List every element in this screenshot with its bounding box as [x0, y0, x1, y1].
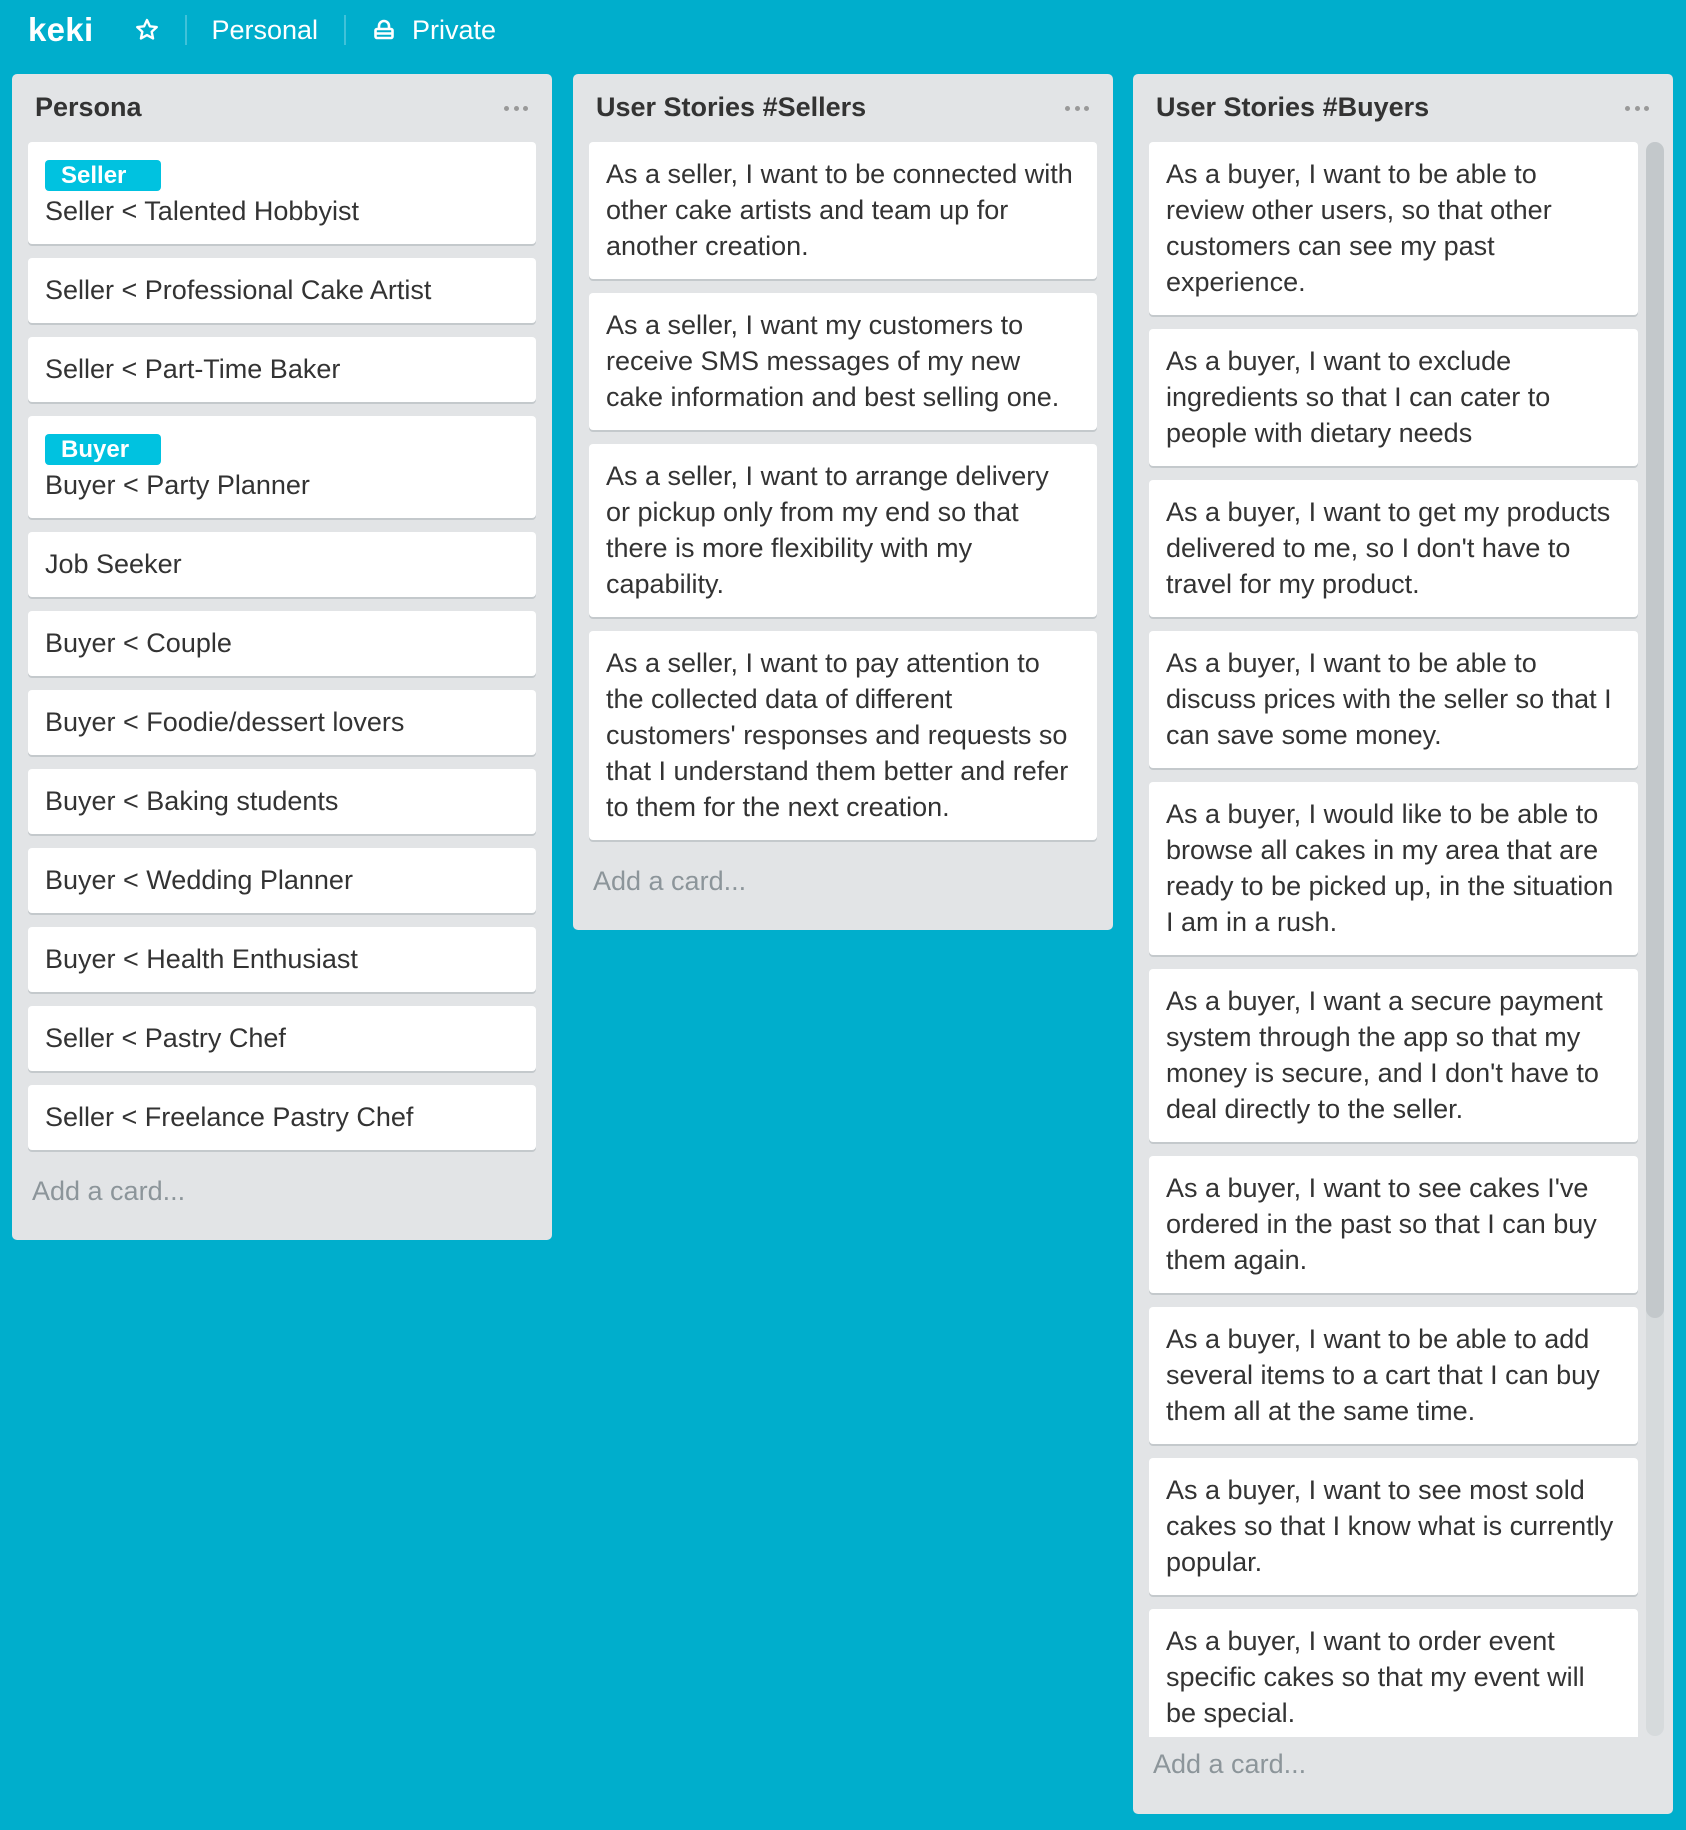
- card-title: Seller < Professional Cake Artist: [45, 275, 432, 305]
- card-title: As a buyer, I want to order event specif…: [1166, 1626, 1585, 1728]
- board-header: keki Personal Private: [0, 0, 1686, 60]
- ellipsis-icon[interactable]: [1625, 102, 1649, 114]
- card-list: Seller Seller < Talented Hobbyist Seller <…: [12, 142, 552, 1150]
- card-title: As a seller, I want to arrange delivery …: [606, 461, 1049, 599]
- card[interactable]: Seller < Freelance Pastry Chef: [28, 1085, 536, 1150]
- card-title: Buyer < Health Enthusiast: [45, 944, 358, 974]
- card[interactable]: Buyer < Couple: [28, 611, 536, 676]
- card[interactable]: Job Seeker: [28, 532, 536, 597]
- card-title: As a buyer, I want to be able to discuss…: [1166, 648, 1612, 750]
- card[interactable]: As a seller, I want my customers to rece…: [589, 293, 1097, 430]
- ellipsis-icon[interactable]: [504, 102, 528, 114]
- card[interactable]: As a buyer, I want to see cakes I've ord…: [1149, 1156, 1638, 1293]
- list-header: User Stories #Sellers: [573, 74, 1113, 142]
- card[interactable]: As a seller, I want to arrange delivery …: [589, 444, 1097, 617]
- card-title: Buyer < Couple: [45, 628, 232, 658]
- card-title: As a buyer, I want to be able to add sev…: [1166, 1324, 1600, 1426]
- list-header: Persona: [12, 74, 552, 142]
- ellipsis-icon[interactable]: [1065, 102, 1089, 114]
- add-card-button[interactable]: Add a card...: [573, 854, 1113, 930]
- list-header: User Stories #Buyers: [1133, 74, 1673, 142]
- card-title: Seller < Talented Hobbyist: [45, 196, 359, 226]
- card-list: As a seller, I want to be connected with…: [573, 142, 1113, 840]
- scrollbar[interactable]: [1646, 142, 1664, 1736]
- card[interactable]: Buyer Buyer < Party Planner: [28, 416, 536, 518]
- card[interactable]: Buyer < Wedding Planner: [28, 848, 536, 913]
- list-title[interactable]: Persona: [35, 92, 142, 123]
- list-title[interactable]: User Stories #Buyers: [1156, 92, 1429, 123]
- card-title: Seller < Pastry Chef: [45, 1023, 286, 1053]
- card-title: As a seller, I want to pay attention to …: [606, 648, 1069, 822]
- card[interactable]: As a buyer, I want to exclude ingredient…: [1149, 329, 1638, 466]
- star-outline-icon[interactable]: [133, 16, 161, 44]
- add-card-button[interactable]: Add a card...: [1133, 1737, 1673, 1813]
- list-title[interactable]: User Stories #Sellers: [596, 92, 866, 123]
- card-title: Buyer < Baking students: [45, 786, 339, 816]
- card-title: As a buyer, I want to get my products de…: [1166, 497, 1611, 599]
- card[interactable]: Seller < Pastry Chef: [28, 1006, 536, 1071]
- card[interactable]: Buyer < Health Enthusiast: [28, 927, 536, 992]
- card-title: As a buyer, I would like to be able to b…: [1166, 799, 1614, 937]
- list-user-stories-sellers: User Stories #Sellers As a seller, I wan…: [573, 74, 1113, 930]
- board-title[interactable]: keki: [28, 11, 93, 49]
- card-list: As a buyer, I want to be able to review …: [1133, 142, 1673, 1737]
- card[interactable]: Buyer < Baking students: [28, 769, 536, 834]
- card-title: Job Seeker: [45, 549, 182, 579]
- card-title: Buyer < Party Planner: [45, 470, 310, 500]
- card-title: Buyer < Wedding Planner: [45, 865, 353, 895]
- card[interactable]: As a buyer, I want to see most sold cake…: [1149, 1458, 1638, 1595]
- card-scroll-area: As a buyer, I want to be able to review …: [1133, 142, 1673, 1737]
- card[interactable]: As a seller, I want to be connected with…: [589, 142, 1097, 279]
- card[interactable]: Buyer < Foodie/dessert lovers: [28, 690, 536, 755]
- card[interactable]: As a buyer, I want to get my products de…: [1149, 480, 1638, 617]
- card-title: Seller < Part-Time Baker: [45, 354, 341, 384]
- lock-icon: [370, 16, 398, 44]
- card-title: Buyer < Foodie/dessert lovers: [45, 707, 405, 737]
- team-button[interactable]: Personal: [211, 15, 318, 46]
- card-title: As a buyer, I want to see most sold cake…: [1166, 1475, 1614, 1577]
- visibility-button[interactable]: Private: [412, 15, 496, 46]
- card[interactable]: Seller < Part-Time Baker: [28, 337, 536, 402]
- card-label-seller: Seller: [45, 160, 161, 191]
- card-title: As a seller, I want my customers to rece…: [606, 310, 1060, 412]
- card-title: As a buyer, I want to see cakes I've ord…: [1166, 1173, 1597, 1275]
- card-title: As a buyer, I want to exclude ingredient…: [1166, 346, 1551, 448]
- card[interactable]: As a buyer, I want to order event specif…: [1149, 1609, 1638, 1737]
- list-persona: Persona Seller Seller < Talented Hobbyist…: [12, 74, 552, 1240]
- card[interactable]: As a buyer, I want to be able to review …: [1149, 142, 1638, 315]
- card-title: Seller < Freelance Pastry Chef: [45, 1102, 414, 1132]
- card[interactable]: Seller < Professional Cake Artist: [28, 258, 536, 323]
- card-title: As a buyer, I want a secure payment syst…: [1166, 986, 1603, 1124]
- list-user-stories-buyers: User Stories #Buyers As a buyer, I want …: [1133, 74, 1673, 1814]
- add-card-button[interactable]: Add a card...: [12, 1164, 552, 1240]
- card[interactable]: As a buyer, I would like to be able to b…: [1149, 782, 1638, 955]
- card-label-buyer: Buyer: [45, 434, 161, 465]
- scrollbar-thumb[interactable]: [1646, 142, 1664, 1318]
- card[interactable]: As a buyer, I want to be able to add sev…: [1149, 1307, 1638, 1444]
- card-title: As a buyer, I want to be able to review …: [1166, 159, 1552, 297]
- header-divider: [185, 15, 188, 45]
- card[interactable]: As a seller, I want to pay attention to …: [589, 631, 1097, 840]
- card[interactable]: Seller Seller < Talented Hobbyist: [28, 142, 536, 244]
- card[interactable]: As a buyer, I want a secure payment syst…: [1149, 969, 1638, 1142]
- card[interactable]: As a buyer, I want to be able to discuss…: [1149, 631, 1638, 768]
- header-divider: [344, 15, 347, 45]
- card-title: As a seller, I want to be connected with…: [606, 159, 1073, 261]
